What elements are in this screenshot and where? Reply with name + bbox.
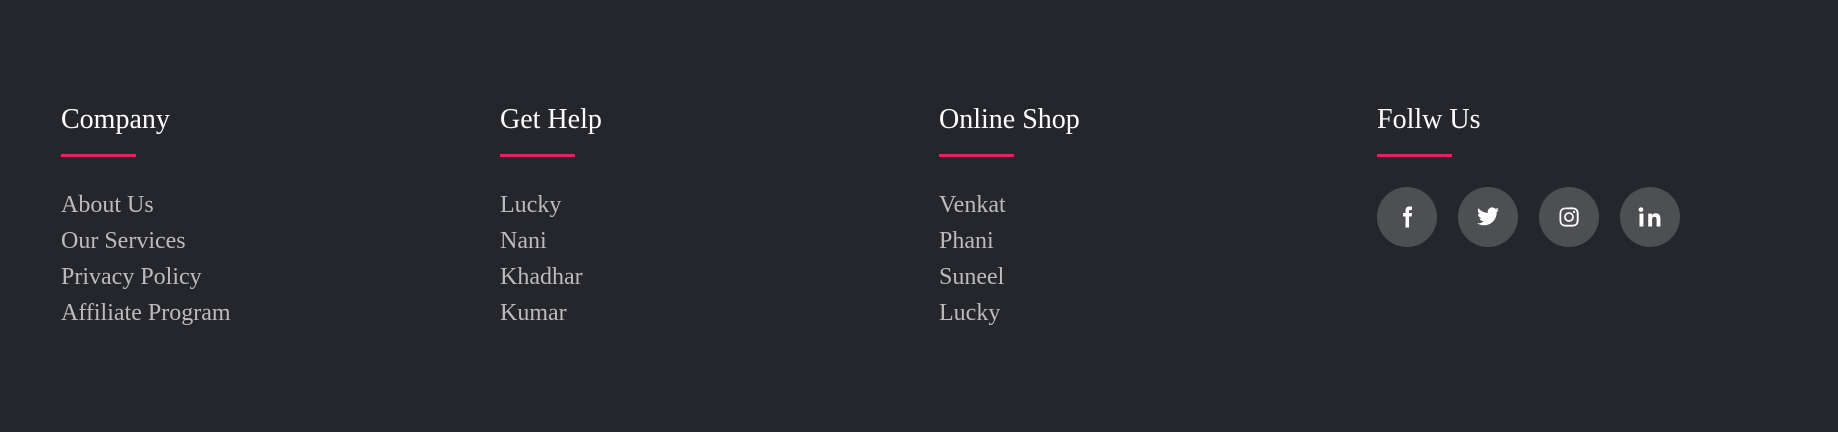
instagram-icon (1559, 207, 1579, 227)
list-item: Nani (500, 223, 900, 259)
footer-link-affiliate-program[interactable]: Affiliate Program (61, 300, 231, 326)
footer-link-lucky[interactable]: Lucky (939, 300, 1000, 326)
list-item: Affiliate Program (61, 295, 461, 331)
column-title: Company (61, 104, 170, 135)
title-underline (61, 154, 136, 157)
twitter-icon (1477, 207, 1499, 226)
link-list: About Us Our Services Privacy Policy Aff… (61, 187, 461, 331)
title-underline (500, 154, 575, 157)
linkedin-icon (1638, 207, 1661, 227)
facebook-button[interactable] (1377, 187, 1437, 247)
instagram-button[interactable] (1539, 187, 1599, 247)
footer-link-khadhar[interactable]: Khadhar (500, 264, 583, 290)
list-item: Khadhar (500, 259, 900, 295)
link-list: Venkat Phani Suneel Lucky (939, 187, 1339, 331)
footer-column-get-help: Get Help Lucky Nani Khadhar Kumar (500, 104, 900, 331)
list-item: Venkat (939, 187, 1339, 223)
column-title: Online Shop (939, 104, 1080, 135)
list-item: About Us (61, 187, 461, 223)
footer-column-follow-us: Follw Us (1377, 104, 1777, 247)
twitter-button[interactable] (1458, 187, 1518, 247)
facebook-icon (1403, 206, 1412, 228)
footer-link-nani[interactable]: Nani (500, 228, 547, 254)
list-item: Privacy Policy (61, 259, 461, 295)
footer-link-suneel[interactable]: Suneel (939, 264, 1004, 290)
list-item: Phani (939, 223, 1339, 259)
list-item: Suneel (939, 259, 1339, 295)
footer-link-about-us[interactable]: About Us (61, 192, 154, 218)
social-links (1377, 187, 1777, 247)
footer-link-privacy-policy[interactable]: Privacy Policy (61, 264, 202, 290)
list-item: Kumar (500, 295, 900, 331)
footer-link-phani[interactable]: Phani (939, 228, 994, 254)
list-item: Lucky (939, 295, 1339, 331)
list-item: Our Services (61, 223, 461, 259)
footer-column-online-shop: Online Shop Venkat Phani Suneel Lucky (939, 104, 1339, 331)
title-underline (939, 154, 1014, 157)
site-footer: Company About Us Our Services Privacy Po… (0, 0, 1838, 432)
column-title: Follw Us (1377, 104, 1481, 135)
footer-link-venkat[interactable]: Venkat (939, 192, 1006, 218)
title-underline (1377, 154, 1452, 157)
footer-link-lucky[interactable]: Lucky (500, 192, 561, 218)
footer-link-our-services[interactable]: Our Services (61, 228, 186, 254)
linkedin-button[interactable] (1620, 187, 1680, 247)
column-title: Get Help (500, 104, 602, 135)
footer-column-company: Company About Us Our Services Privacy Po… (61, 104, 461, 331)
link-list: Lucky Nani Khadhar Kumar (500, 187, 900, 331)
footer-link-kumar[interactable]: Kumar (500, 300, 567, 326)
list-item: Lucky (500, 187, 900, 223)
